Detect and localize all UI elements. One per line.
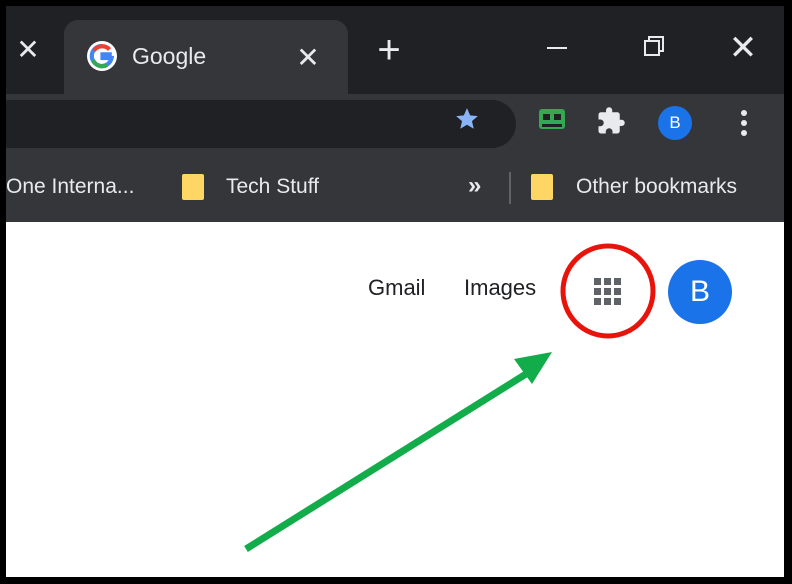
bookmarks-divider	[509, 172, 511, 204]
bookmark-truncated[interactable]: One Interna...	[6, 174, 134, 200]
address-bar[interactable]	[6, 100, 516, 148]
screenshot-frame: ✕ Google ✕ + ✕ B One Interna... Tech Stu…	[6, 6, 784, 577]
restore-icon	[644, 36, 664, 56]
google-apps-grid-icon[interactable]	[590, 274, 626, 310]
folder-icon	[531, 174, 553, 200]
bookmark-folder-tech-stuff[interactable]: Tech Stuff	[226, 174, 319, 200]
tab-close-button[interactable]: ✕	[290, 40, 326, 76]
kebab-menu-icon[interactable]	[732, 108, 756, 138]
bookmarks-overflow-chevron-icon[interactable]: »	[468, 172, 481, 200]
tab-title: Google	[132, 43, 207, 69]
window-close-button[interactable]: ✕	[718, 26, 768, 70]
browser-toolbar: B	[6, 94, 784, 154]
tab-google[interactable]: Google ✕	[64, 20, 348, 94]
prev-tab-close-button[interactable]: ✕	[10, 32, 46, 68]
new-tab-button[interactable]: +	[368, 30, 410, 72]
gmail-link[interactable]: Gmail	[368, 275, 425, 301]
extension-icon[interactable]	[538, 108, 566, 132]
other-bookmarks[interactable]: Other bookmarks	[576, 174, 737, 200]
tab-strip: ✕ Google ✕ + ✕	[6, 6, 784, 94]
account-avatar[interactable]: B	[668, 260, 732, 324]
puzzle-icon[interactable]	[596, 106, 626, 136]
google-g-icon	[87, 41, 117, 71]
minimize-button[interactable]	[532, 26, 582, 70]
folder-icon	[182, 174, 204, 200]
images-link[interactable]: Images	[464, 275, 536, 301]
profile-button[interactable]: B	[658, 106, 692, 140]
bookmark-star-icon[interactable]	[454, 106, 480, 132]
restore-button[interactable]	[628, 26, 678, 70]
bookmarks-bar: One Interna... Tech Stuff » Other bookma…	[6, 154, 784, 222]
google-homepage: Gmail Images B	[6, 222, 784, 577]
